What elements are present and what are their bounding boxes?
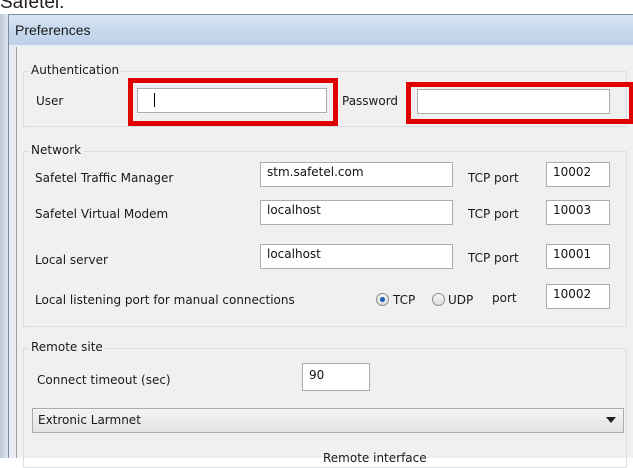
listening-port-label: Local listening port for manual connecti… [35,293,295,307]
connect-timeout-label: Connect timeout (sec) [37,373,171,387]
udp-radio[interactable] [432,293,445,306]
user-input[interactable] [137,88,327,113]
authentication-group-label: Authentication [29,63,122,77]
listening-port-input[interactable]: 10002 [546,284,610,309]
remote-interface-label: Remote interface [323,451,427,465]
device-type-selected: Extronic Larmnet [38,413,141,427]
dialog-client-area: Authentication User Password Network Saf… [16,47,633,468]
virtual-modem-port-label: TCP port [468,207,519,221]
traffic-manager-port-label: TCP port [468,171,519,185]
network-group-label: Network [29,143,84,157]
background-caption: Safetel. [0,0,633,14]
password-input[interactable] [417,89,610,114]
window-frame-edge [0,14,8,458]
text-cursor [154,93,155,107]
local-server-host-input[interactable]: localhost [260,244,453,269]
listening-port-port-label: port [492,291,517,305]
virtual-modem-port-input[interactable]: 10003 [546,200,610,225]
local-server-port-label: TCP port [468,251,519,265]
user-label: User [36,94,64,108]
local-server-label: Local server [35,253,108,267]
device-type-dropdown[interactable]: Extronic Larmnet [32,408,624,433]
traffic-manager-label: Safetel Traffic Manager [35,171,174,185]
tcp-radio-label[interactable]: TCP [393,293,415,307]
virtual-modem-label: Safetel Virtual Modem [35,207,169,221]
tcp-radio[interactable] [376,293,389,306]
title-bar[interactable]: Preferences [9,15,633,45]
virtual-modem-host-input[interactable]: localhost [260,200,453,225]
password-label: Password [342,94,399,108]
connect-timeout-input[interactable]: 90 [302,363,370,391]
remote-site-group-label: Remote site [29,340,105,354]
traffic-manager-port-input[interactable]: 10002 [546,162,610,187]
chevron-down-icon [606,417,616,423]
window-title: Preferences [15,22,91,38]
traffic-manager-host-input[interactable]: stm.safetel.com [260,162,453,187]
local-server-port-input[interactable]: 10001 [546,244,610,269]
udp-radio-label[interactable]: UDP [448,293,473,307]
